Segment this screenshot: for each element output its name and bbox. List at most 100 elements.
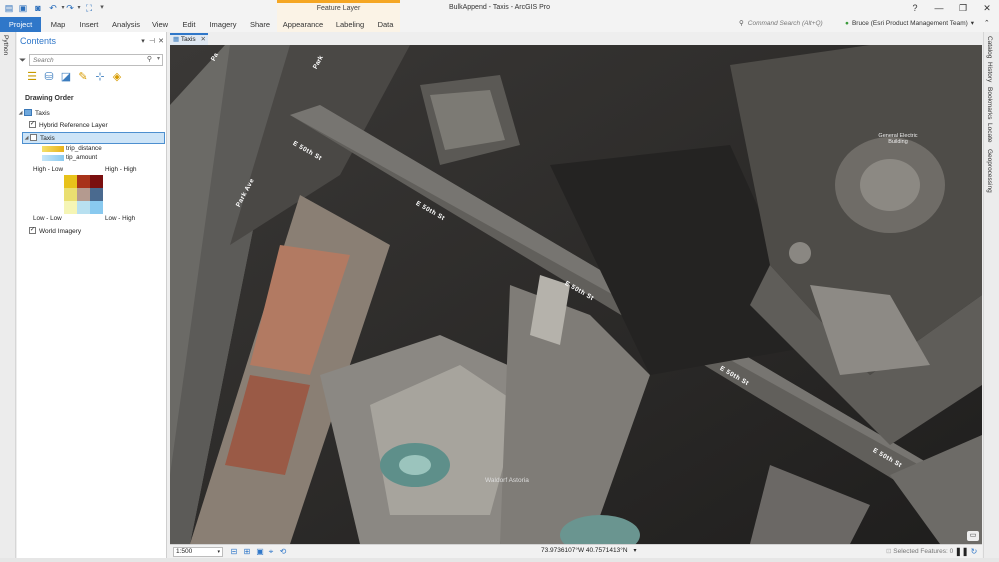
pause-drawing-icon[interactable]: ❚❚ (955, 546, 968, 557)
user-account[interactable]: ● Bruce (Esri Product Management Team) ▾ ⌃ (845, 17, 990, 30)
map-icon: ▦ (173, 36, 180, 43)
close-tab-icon[interactable]: ✕ (201, 35, 206, 45)
expand-arrow-icon[interactable]: ◢ (23, 133, 30, 144)
contents-title: Contents (20, 36, 57, 46)
tab-appearance[interactable]: Appearance (277, 17, 329, 32)
close-pane-icon[interactable]: ✕ (157, 37, 165, 45)
chevron-down-icon: ▾ (217, 549, 220, 555)
contextual-tab-group-label: Feature Layer (277, 0, 400, 17)
aerial-imagery (170, 45, 982, 544)
crosshair-icon[interactable]: ⌖ (266, 546, 276, 557)
tab-labeling[interactable]: Labeling (329, 17, 371, 32)
expand-arrow-icon[interactable]: ◢ (17, 108, 24, 119)
list-by-selection-icon[interactable]: ◪ (59, 70, 73, 84)
redo-dropdown-icon[interactable]: ▾ (74, 3, 84, 13)
chevron-down-icon[interactable]: ▾ (157, 55, 160, 62)
close-button[interactable]: ✕ (980, 2, 994, 14)
map-tree-node[interactable]: ◢ Taxis (17, 108, 50, 119)
legend-grid-cell (64, 175, 77, 188)
tab-map[interactable]: Map (46, 17, 70, 32)
tab-project[interactable]: Project (0, 17, 41, 32)
geoprocessing-icon[interactable]: ⛶ (84, 3, 94, 13)
map-name: Taxis (35, 110, 50, 117)
help-button[interactable]: ? (908, 2, 922, 14)
coordinate-readout[interactable]: 73.9736107°W 40.7571413°N ▾ (541, 547, 637, 554)
list-by-editing-icon[interactable]: ✎ (76, 70, 90, 84)
undo-icon[interactable]: ↶ (48, 3, 58, 13)
user-name: Bruce (Esri Product Management Team) (851, 20, 968, 27)
refresh-icon[interactable]: ↻ (969, 546, 979, 557)
map-view[interactable]: E 50th St E 50th St E 50th St E 50th St … (170, 45, 982, 544)
customize-toolbar-icon[interactable]: ▾ (97, 3, 107, 13)
command-search-placeholder: Command Search (Alt+Q) (747, 20, 823, 27)
visibility-checkbox[interactable]: ✓ (29, 120, 36, 128)
catalog-tab[interactable]: Catalog (986, 36, 993, 58)
refresh-extent-icon[interactable]: ⟲ (278, 546, 288, 557)
python-tab[interactable]: Python (2, 35, 9, 55)
tab-view[interactable]: View (149, 17, 171, 32)
legend-grid-cell (90, 175, 103, 188)
legend-swatch-tip-amount (42, 155, 64, 161)
layer-taxis[interactable]: ◢ Taxis (22, 132, 165, 144)
place-label: Waldorf Astoria (485, 477, 529, 484)
grid-icon[interactable]: ⊞ (242, 546, 252, 557)
map-view-tab[interactable]: ▦ Taxis ✕ (170, 33, 208, 45)
scale-selector[interactable]: 1:500 ▾ (173, 547, 223, 557)
status-bar: 1:500 ▾ ⊟ ⊞ ▣ ⌖ ⟲ 73.9736107°W 40.757141… (170, 544, 982, 558)
list-by-snapping-icon[interactable]: ⊹ (93, 70, 107, 84)
left-dock-strip: Python (0, 32, 16, 558)
tab-data[interactable]: Data (371, 17, 400, 32)
layer-world-imagery[interactable]: ✓ World Imagery (29, 226, 81, 237)
geoprocessing-tab[interactable]: Geoprocessing (986, 149, 993, 193)
drawing-order-heading: Drawing Order (25, 95, 74, 102)
filter-icon[interactable]: ⏷ (19, 55, 26, 66)
pane-options-icon[interactable]: ▾ (139, 37, 147, 45)
new-project-icon[interactable]: ▤ (4, 3, 14, 13)
search-icon[interactable]: ⚲ (147, 55, 152, 63)
chat-icon[interactable]: ▭ (967, 531, 979, 541)
tab-share[interactable]: Share (247, 17, 273, 32)
list-by-labeling-icon[interactable]: ◈ (110, 70, 124, 84)
layer-hybrid-reference[interactable]: ✓ Hybrid Reference Layer (29, 120, 108, 131)
history-tab[interactable]: History (986, 62, 993, 82)
list-by-drawing-order-icon[interactable]: ☰ (25, 70, 39, 84)
legend-swatch-trip-distance (42, 146, 64, 152)
legend-grid-cell (77, 188, 90, 201)
visibility-checkbox[interactable] (30, 133, 37, 141)
list-by-source-icon[interactable]: ⛁ (42, 70, 56, 84)
tab-insert[interactable]: Insert (76, 17, 102, 32)
fixed-zoom-icon[interactable]: ⊟ (229, 546, 239, 557)
legend-grid-cell (64, 201, 77, 214)
layer-label: Hybrid Reference Layer (39, 122, 108, 129)
search-icon: ⚲ (739, 20, 744, 27)
legend-corner-low-high: Low - High (105, 215, 136, 222)
save-icon[interactable]: ◙ (33, 3, 43, 13)
snapping-icon[interactable]: ▣ (255, 546, 265, 557)
legend-label-trip-distance: trip_distance (66, 145, 102, 152)
selected-features-text: Selected Features: 0 (893, 548, 954, 555)
contents-search-box[interactable]: ⚲ ▾ (29, 54, 163, 66)
map-tab-label: Taxis (180, 36, 196, 43)
bookmarks-tab[interactable]: Bookmarks (986, 87, 993, 120)
bottom-edge (0, 558, 999, 562)
user-icon: ● (845, 20, 849, 27)
right-dock-strip: Catalog History Bookmarks Locate Geoproc… (983, 32, 999, 558)
locate-tab[interactable]: Locate (986, 123, 993, 143)
legend-grid-cell (90, 201, 103, 214)
visibility-checkbox[interactable]: ✓ (29, 226, 36, 234)
chevron-down-icon: ▾ (970, 20, 975, 27)
legend-grid-cell (64, 188, 77, 201)
pin-icon[interactable]: ⊣ (148, 37, 156, 45)
maximize-button[interactable]: ❐ (956, 2, 970, 14)
contents-search-input[interactable] (30, 55, 140, 65)
tab-edit[interactable]: Edit (179, 17, 199, 32)
legend-corner-high-low: High - Low (33, 166, 64, 173)
command-search[interactable]: ⚲ Command Search (Alt+Q) (739, 17, 839, 30)
open-project-icon[interactable]: ▣ (18, 3, 28, 13)
tab-imagery[interactable]: Imagery (206, 17, 240, 32)
collapse-ribbon-icon[interactable]: ⌃ (984, 20, 990, 27)
minimize-button[interactable]: — (932, 2, 946, 14)
window-title: BulkAppend - Taxis - ArcGIS Pro (448, 4, 551, 11)
tab-analysis[interactable]: Analysis (110, 17, 142, 32)
chevron-down-icon: ▾ (633, 548, 637, 554)
